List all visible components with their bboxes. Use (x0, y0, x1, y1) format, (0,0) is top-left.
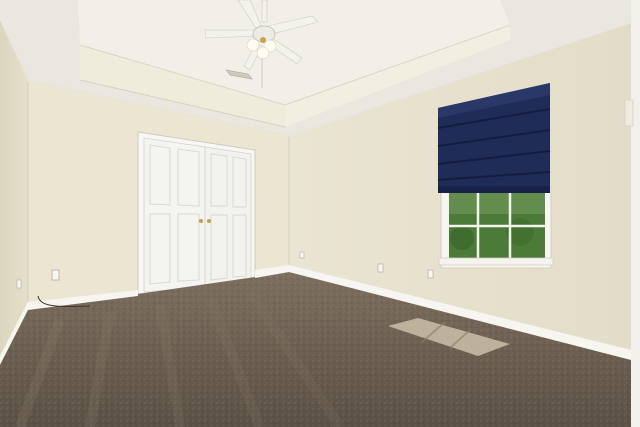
window (438, 185, 554, 269)
door-knob-right (207, 219, 211, 223)
window-sill (438, 257, 554, 266)
door-frame-right (631, 0, 640, 427)
outlet-window (427, 269, 434, 279)
outlet-right (377, 263, 384, 273)
left-wall (0, 20, 28, 360)
closet-door-left (143, 137, 206, 293)
door-hinge (624, 99, 634, 127)
outlet-far-left (16, 279, 22, 289)
double-closet-doors (137, 131, 256, 295)
door-knob-left (199, 219, 203, 223)
bedroom-scene (0, 0, 640, 427)
bedroom-photo (0, 0, 640, 427)
outlet-left (51, 269, 60, 281)
closet-door-right (204, 146, 252, 288)
outlet-corner (299, 251, 305, 259)
